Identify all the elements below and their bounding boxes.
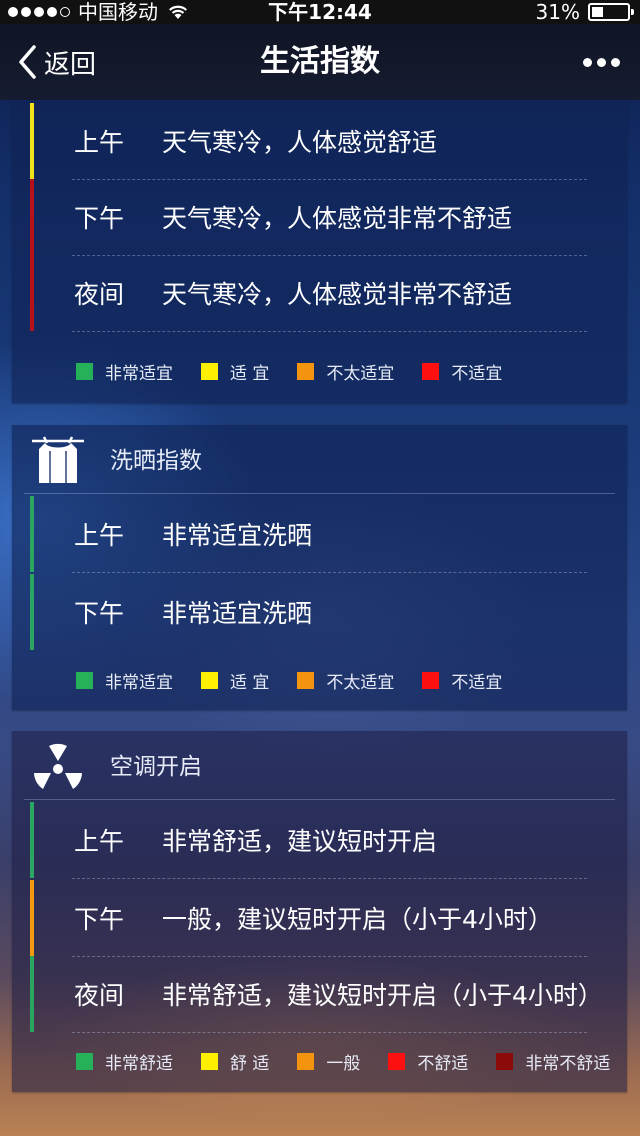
row-description: 天气寒冷，人体感觉舒适 [162, 128, 438, 157]
legend-item: 一般 [297, 1049, 360, 1074]
status-right: 31% [535, 0, 634, 24]
legend-label: 不适宜 [451, 672, 503, 693]
level-indicator [30, 496, 34, 572]
legend-swatch [76, 1052, 93, 1070]
row-period: 下午 [74, 204, 125, 233]
legend-label: 不太适宜 [326, 672, 395, 693]
legend-swatch [388, 1052, 406, 1070]
legend: 非常舒适 舒 适 一般 不舒适 非常不舒适 [76, 1049, 610, 1074]
row-period: 上午 [74, 521, 125, 550]
legend-swatch [422, 362, 440, 380]
legend-label: 一般 [326, 1053, 361, 1074]
row-description: 非常适宜洗晒 [162, 521, 313, 550]
row-period: 下午 [74, 599, 125, 628]
more-dots-icon [583, 57, 592, 67]
legend-label: 舒 适 [230, 1053, 270, 1074]
legend-item: 非常适宜 [76, 359, 173, 384]
more-menu-button[interactable] [583, 24, 620, 100]
legend-label: 不太适宜 [326, 363, 395, 384]
navigation-bar: 返回 生活指数 [0, 24, 640, 100]
card-header: 洗晒指数 [12, 425, 627, 493]
legend-item: 不太适宜 [297, 668, 394, 693]
index-row: 下午 天气寒冷，人体感觉非常不舒适 [12, 179, 627, 256]
legend-swatch [297, 362, 315, 380]
legend-item: 非常不舒适 [496, 1049, 610, 1074]
legend-item: 非常舒适 [76, 1049, 173, 1074]
row-description: 非常舒适，建议短时开启（小于4小时） [162, 981, 603, 1010]
index-row: 下午 非常适宜洗晒 [12, 574, 627, 650]
index-row: 下午 一般，建议短时开启（小于4小时） [12, 880, 627, 957]
level-indicator [30, 103, 34, 179]
row-period: 下午 [74, 905, 125, 934]
battery-percent: 31% [535, 0, 580, 24]
legend-item: 适 宜 [201, 668, 269, 693]
legend-swatch [422, 671, 440, 689]
row-description: 天气寒冷，人体感觉非常不舒适 [162, 280, 513, 309]
legend-swatch [76, 671, 93, 689]
legend: 非常适宜 适 宜 不太适宜 不适宜 [76, 668, 530, 693]
index-row: 夜间 非常舒适，建议短时开启（小于4小时） [12, 956, 627, 1033]
legend-label: 适 宜 [230, 363, 270, 384]
legend-swatch [297, 1052, 315, 1070]
legend-item: 不舒适 [388, 1049, 468, 1074]
legend-swatch [201, 362, 218, 380]
legend-label: 非常适宜 [105, 672, 173, 693]
level-indicator [30, 956, 34, 1032]
row-period: 夜间 [74, 280, 125, 309]
legend-item: 适 宜 [201, 359, 269, 384]
row-divider [72, 878, 587, 879]
legend-item: 舒 适 [201, 1049, 269, 1074]
index-row: 上午 天气寒冷，人体感觉舒适 [12, 103, 627, 180]
page-title: 生活指数 [260, 44, 380, 79]
battery-level [592, 7, 603, 17]
legend-swatch [496, 1052, 514, 1070]
level-indicator [30, 179, 34, 255]
level-indicator [30, 574, 34, 650]
legend: 非常适宜 适 宜 不太适宜 不适宜 [76, 359, 530, 384]
row-description: 非常适宜洗晒 [162, 599, 313, 628]
legend-label: 非常不舒适 [525, 1053, 611, 1074]
clothes-drying-icon [32, 436, 84, 483]
card-title: 洗晒指数 [110, 448, 202, 474]
legend-label: 不适宜 [451, 363, 503, 384]
air-conditioner-fan-icon [34, 743, 82, 789]
legend-item: 不适宜 [422, 668, 502, 693]
level-indicator [30, 255, 34, 331]
row-period: 上午 [74, 128, 125, 157]
legend-swatch [297, 671, 315, 689]
row-description: 非常舒适，建议短时开启 [162, 827, 438, 856]
status-bar: 中国移动 下午12:44 31% [0, 0, 640, 24]
header-divider [24, 799, 615, 800]
legend-swatch [76, 362, 93, 380]
laundry-index-card: 洗晒指数 上午 非常适宜洗晒 下午 非常适宜洗晒 非常适宜 适 宜 不太适宜 不… [12, 425, 627, 710]
card-header: 空调开启 [12, 731, 627, 799]
legend-item: 不适宜 [422, 359, 502, 384]
row-period: 夜间 [74, 981, 125, 1010]
legend-label: 非常舒适 [105, 1053, 173, 1074]
row-description: 一般，建议短时开启（小于4小时） [162, 905, 553, 934]
legend-item: 非常适宜 [76, 668, 173, 693]
index-row: 上午 非常适宜洗晒 [12, 496, 627, 573]
row-description: 天气寒冷，人体感觉非常不舒适 [162, 204, 513, 233]
battery-icon [588, 3, 634, 21]
comfort-index-card: 上午 天气寒冷，人体感觉舒适 下午 天气寒冷，人体感觉非常不舒适 夜间 天气寒冷… [12, 100, 627, 403]
index-row: 上午 非常舒适，建议短时开启 [12, 802, 627, 879]
row-divider [72, 572, 587, 573]
header-divider [24, 493, 615, 494]
legend-label: 不舒适 [417, 1053, 469, 1074]
legend-label: 非常适宜 [105, 363, 173, 384]
legend-item: 不太适宜 [297, 359, 394, 384]
row-divider [72, 1032, 587, 1033]
legend-swatch [201, 671, 218, 689]
legend-label: 适 宜 [230, 672, 270, 693]
air-conditioner-index-card: 空调开启 上午 非常舒适，建议短时开启 下午 一般，建议短时开启（小于4小时） … [12, 731, 627, 1092]
row-period: 上午 [74, 827, 125, 856]
card-title: 空调开启 [110, 754, 202, 780]
row-divider [72, 331, 587, 332]
level-indicator [30, 880, 34, 956]
level-indicator [30, 802, 34, 878]
index-row: 夜间 天气寒冷，人体感觉非常不舒适 [12, 255, 627, 332]
legend-swatch [201, 1052, 218, 1070]
